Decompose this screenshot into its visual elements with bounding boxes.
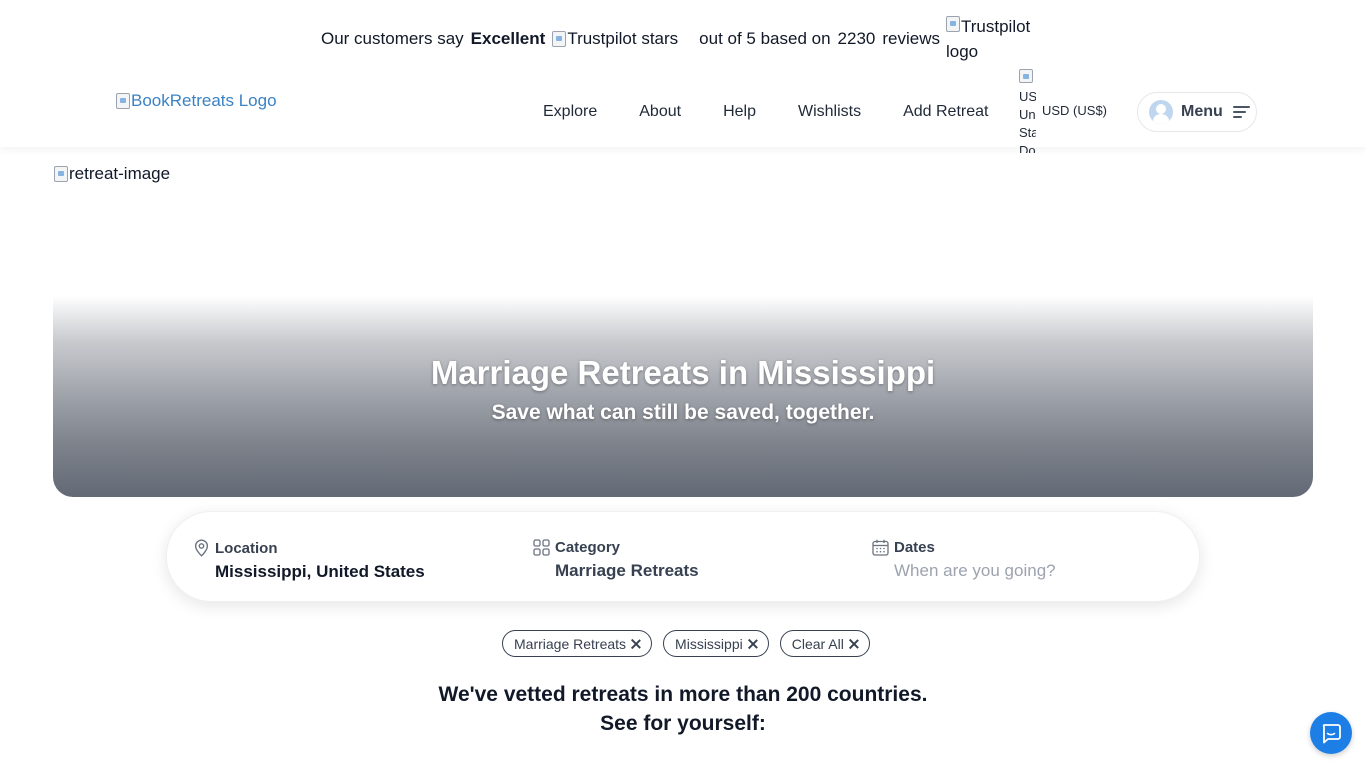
- nav-add-retreat[interactable]: Add Retreat: [903, 103, 988, 121]
- category-value: Marriage Retreats: [555, 561, 699, 580]
- page-title: Marriage Retreats in Mississippi: [430, 354, 936, 391]
- vetted-line-2: See for yourself:: [600, 712, 766, 735]
- filter-chip-label: Clear All: [791, 635, 844, 652]
- trustpilot-stars-image: Trustpilot stars: [552, 29, 678, 49]
- vetted-line-1: We've vetted retreats in more than 200 c…: [438, 683, 928, 706]
- currency-flag-image[interactable]: US United States Dollar: [1019, 69, 1036, 153]
- chat-bubble-icon: [1322, 724, 1341, 744]
- broken-image-icon: [552, 31, 567, 47]
- menu-label: Menu: [1181, 103, 1223, 120]
- nav-about[interactable]: About: [639, 103, 681, 121]
- broken-image-icon: [1019, 69, 1033, 83]
- trustpilot-reviews-word: reviews: [882, 29, 940, 48]
- filter-chip-label: Marriage Retreats: [514, 635, 627, 652]
- trustpilot-bar: Our customers say Excellent Trustpilot s…: [321, 28, 940, 50]
- location-value: Mississippi, United States: [215, 562, 425, 581]
- trustpilot-logo-image[interactable]: Trustpilot logo: [946, 14, 1038, 64]
- menu-button[interactable]: Menu: [1137, 92, 1257, 132]
- main-nav: Explore About Help Wishlists Add Retreat: [543, 103, 988, 121]
- currency-selector[interactable]: USD (US$): [1042, 103, 1107, 118]
- category-label: Category: [555, 539, 621, 556]
- hamburger-icon: [1232, 106, 1250, 118]
- close-icon[interactable]: [748, 639, 758, 649]
- nav-help[interactable]: Help: [723, 103, 756, 121]
- chat-button[interactable]: [1310, 712, 1352, 754]
- dates-field[interactable]: Dates When are you going?: [872, 539, 1056, 581]
- retreat-image: retreat-image: [54, 164, 170, 184]
- broken-image-icon: [54, 166, 68, 182]
- close-icon[interactable]: [849, 639, 859, 649]
- nav-explore[interactable]: Explore: [543, 103, 597, 121]
- location-field[interactable]: Location Mississippi, United States: [193, 539, 425, 582]
- category-field[interactable]: Category Marriage Retreats: [533, 539, 699, 581]
- broken-image-icon: [946, 16, 960, 32]
- nav-wishlists[interactable]: Wishlists: [798, 103, 861, 121]
- site-header: Our customers say Excellent Trustpilot s…: [0, 0, 1366, 153]
- trustpilot-review-count: 2230: [837, 29, 876, 48]
- filter-chip-location[interactable]: Mississippi: [663, 630, 769, 657]
- trustpilot-out-of: out of 5 based on: [699, 29, 831, 48]
- trustpilot-rating-word: Excellent: [470, 29, 546, 48]
- search-bar: Location Mississippi, United States Cate…: [166, 511, 1200, 602]
- trustpilot-prefix: Our customers say: [321, 29, 464, 48]
- location-label: Location: [215, 539, 278, 557]
- user-avatar-icon: [1149, 100, 1173, 124]
- active-filters: Marriage Retreats Mississippi Clear All: [502, 630, 881, 657]
- hero-banner: retreat-image Marriage Retreats in Missi…: [53, 160, 1313, 497]
- dates-label: Dates: [894, 539, 935, 556]
- category-grid-icon: [533, 539, 550, 556]
- vetted-heading: We've vetted retreats in more than 200 c…: [0, 680, 1366, 738]
- hero-overlay: [53, 296, 1313, 497]
- close-icon[interactable]: [631, 639, 641, 649]
- site-logo[interactable]: BookRetreats Logo: [116, 91, 277, 111]
- filter-chip-category[interactable]: Marriage Retreats: [502, 630, 653, 657]
- page-subtitle: Save what can still be saved, together.: [491, 401, 875, 424]
- dates-placeholder: When are you going?: [894, 561, 1056, 580]
- calendar-icon: [872, 539, 889, 556]
- broken-image-icon: [116, 93, 130, 109]
- filter-chip-label: Mississippi: [675, 635, 743, 652]
- clear-all-button[interactable]: Clear All: [779, 630, 870, 657]
- location-pin-icon: [194, 539, 209, 557]
